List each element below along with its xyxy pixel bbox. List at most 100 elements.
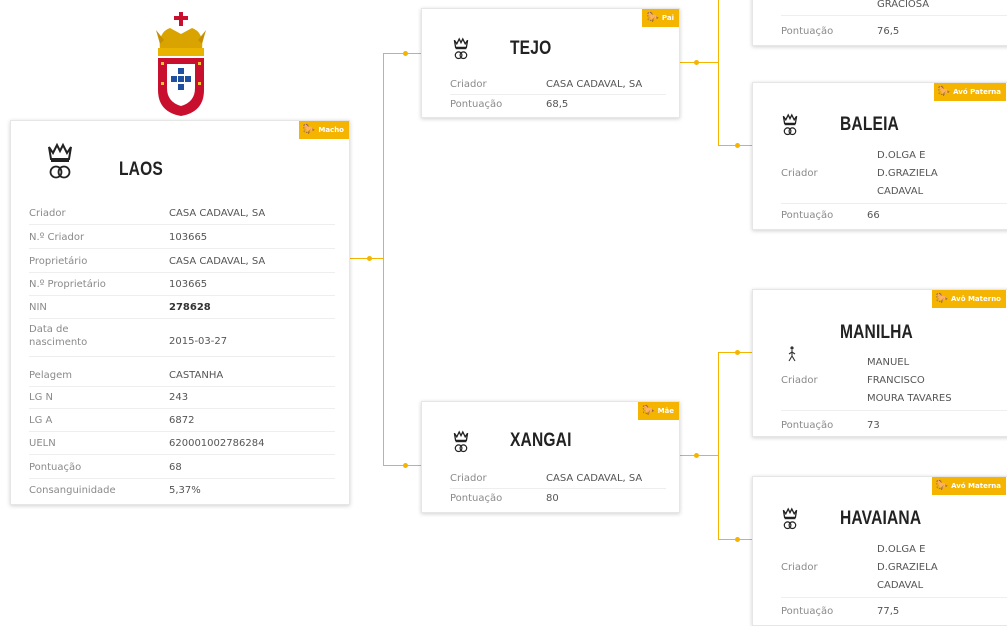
tree-connector-dot xyxy=(694,453,699,458)
tree-connector-dot xyxy=(735,537,740,542)
field-label: Criador xyxy=(29,208,66,219)
horse-name: TEJO xyxy=(510,38,552,59)
tree-connector xyxy=(383,53,421,54)
breeder-label: Criador xyxy=(781,168,818,179)
badge-label: Avô Materno xyxy=(950,295,1001,303)
crown-rings-icon xyxy=(452,428,470,454)
field-value: CASA CADAVAL, SA xyxy=(169,208,266,219)
breeder-label: Criador xyxy=(450,79,487,90)
field-value: 2015-03-27 xyxy=(169,336,228,347)
row-divider xyxy=(29,408,335,409)
field-label: NIN xyxy=(29,302,47,313)
breeder-line: FRANCISCO xyxy=(867,375,925,386)
breeder-label: Criador xyxy=(781,375,818,386)
horse-icon: 🐎 xyxy=(935,480,949,491)
breeder-line: D.OLGA E xyxy=(877,150,926,161)
badge-label: Mãe xyxy=(657,407,674,415)
score-value: 77,5 xyxy=(877,606,900,617)
score-value: 73 xyxy=(867,420,880,431)
field-value: CASTANHA xyxy=(169,370,224,381)
tree-connector xyxy=(680,62,718,63)
crown-rings-icon xyxy=(781,111,799,137)
field-value: CASA CADAVAL, SA xyxy=(169,256,266,267)
subject-horse-card[interactable]: 🐎 Macho LAOS Criador CASA CADAVAL, SA N.º… xyxy=(10,120,350,505)
score-label: Pontuação xyxy=(450,99,503,110)
crown-rings-icon xyxy=(781,505,799,531)
tree-connector xyxy=(718,0,719,145)
score-value: 80 xyxy=(546,493,559,504)
paternal-grandsire-card[interactable]: GRACIOSA Pontuação 76,5 xyxy=(752,0,1007,46)
tree-connector-dot xyxy=(403,51,408,56)
score-label: Pontuação xyxy=(781,26,834,37)
field-value: 6872 xyxy=(169,415,195,426)
row-divider xyxy=(29,272,335,273)
tree-connector-dot xyxy=(735,143,740,148)
field-label: LG N xyxy=(29,392,53,403)
crown-rings-icon xyxy=(452,35,470,61)
score-label: Pontuação xyxy=(781,606,834,617)
breeder-line: MOURA TAVARES xyxy=(867,393,952,404)
horse-name: HAVAIANA xyxy=(840,508,922,529)
horse-icon: 🐎 xyxy=(642,405,655,416)
tree-connector-dot xyxy=(403,463,408,468)
crown-rings-icon xyxy=(45,139,75,181)
field-label: Data de nascimento xyxy=(29,324,88,348)
row-divider xyxy=(450,488,666,489)
row-divider xyxy=(29,248,335,249)
field-value: 103665 xyxy=(169,232,208,243)
breeder-line: D.GRAZIELA xyxy=(877,562,938,573)
field-label: Pelagem xyxy=(29,370,72,381)
maternal-granddam-card[interactable]: 🐎 Avó Materna HAVAIANA D.OLGA E Criador D… xyxy=(752,476,1007,626)
paternal-granddam-badge: 🐎 Avó Paterna xyxy=(933,83,1006,101)
score-label: Pontuação xyxy=(781,420,834,431)
row-divider xyxy=(29,386,335,387)
breeder-line: CADAVAL xyxy=(877,186,924,197)
dam-card[interactable]: 🐎 Mãe XANGAI Criador CASA CADAVAL, SA Pon… xyxy=(421,401,680,513)
row-divider xyxy=(781,203,1007,204)
row-divider xyxy=(781,410,1007,411)
field-label: Consanguinidade xyxy=(29,485,116,496)
row-divider xyxy=(29,356,335,357)
breeder-line: CADAVAL xyxy=(877,580,924,591)
field-label: LG A xyxy=(29,415,53,426)
row-divider xyxy=(450,94,666,95)
tree-connector xyxy=(718,352,719,539)
breeder-value: CASA CADAVAL, SA xyxy=(546,473,643,484)
horse-name: BALEIA xyxy=(840,114,899,135)
horse-icon: 🐎 xyxy=(937,86,951,97)
tree-connector xyxy=(383,53,384,465)
tree-connector-dot xyxy=(735,350,740,355)
badge-label: Pai xyxy=(661,14,674,22)
horse-icon: 🐎 xyxy=(935,293,948,304)
field-value: 103665 xyxy=(169,279,208,290)
walking-figure-icon xyxy=(787,346,797,362)
horse-name: MANILHA xyxy=(840,322,913,343)
horse-name: XANGAI xyxy=(510,430,572,451)
horse-icon: 🐎 xyxy=(646,12,659,23)
row-divider xyxy=(781,15,1007,16)
coat-of-arms-logo xyxy=(150,10,212,122)
field-label: N.º Criador xyxy=(29,232,85,243)
row-divider xyxy=(29,454,335,455)
horse-name: LAOS xyxy=(119,159,163,180)
sex-badge: 🐎 Macho xyxy=(298,121,349,139)
maternal-grandsire-card[interactable]: 🐎 Avô Materno MANILHA MANUEL Criador FRAN… xyxy=(752,289,1007,437)
row-divider xyxy=(29,224,335,225)
horse-icon: 🐎 xyxy=(302,124,316,135)
breeder-line: D.OLGA E xyxy=(877,544,926,555)
paternal-granddam-card[interactable]: 🐎 Avó Paterna BALEIA D.OLGA E Criador D.G… xyxy=(752,82,1007,230)
sire-badge: 🐎 Pai xyxy=(642,9,679,27)
field-label: Proprietário xyxy=(29,256,88,267)
sire-card[interactable]: 🐎 Pai TEJO Criador CASA CADAVAL, SA Pontu… xyxy=(421,8,680,118)
row-divider xyxy=(781,597,1007,598)
row-divider xyxy=(29,295,335,296)
row-divider xyxy=(29,431,335,432)
dam-badge: 🐎 Mãe xyxy=(638,402,679,420)
row-divider xyxy=(29,318,335,319)
maternal-granddam-badge: 🐎 Avó Materna xyxy=(931,477,1006,495)
field-value: 278628 xyxy=(169,302,211,313)
breeder-value: GRACIOSA xyxy=(877,0,930,10)
field-value: 243 xyxy=(169,392,189,403)
breeder-value: CASA CADAVAL, SA xyxy=(546,79,643,90)
field-label: N.º Proprietário xyxy=(29,279,106,290)
